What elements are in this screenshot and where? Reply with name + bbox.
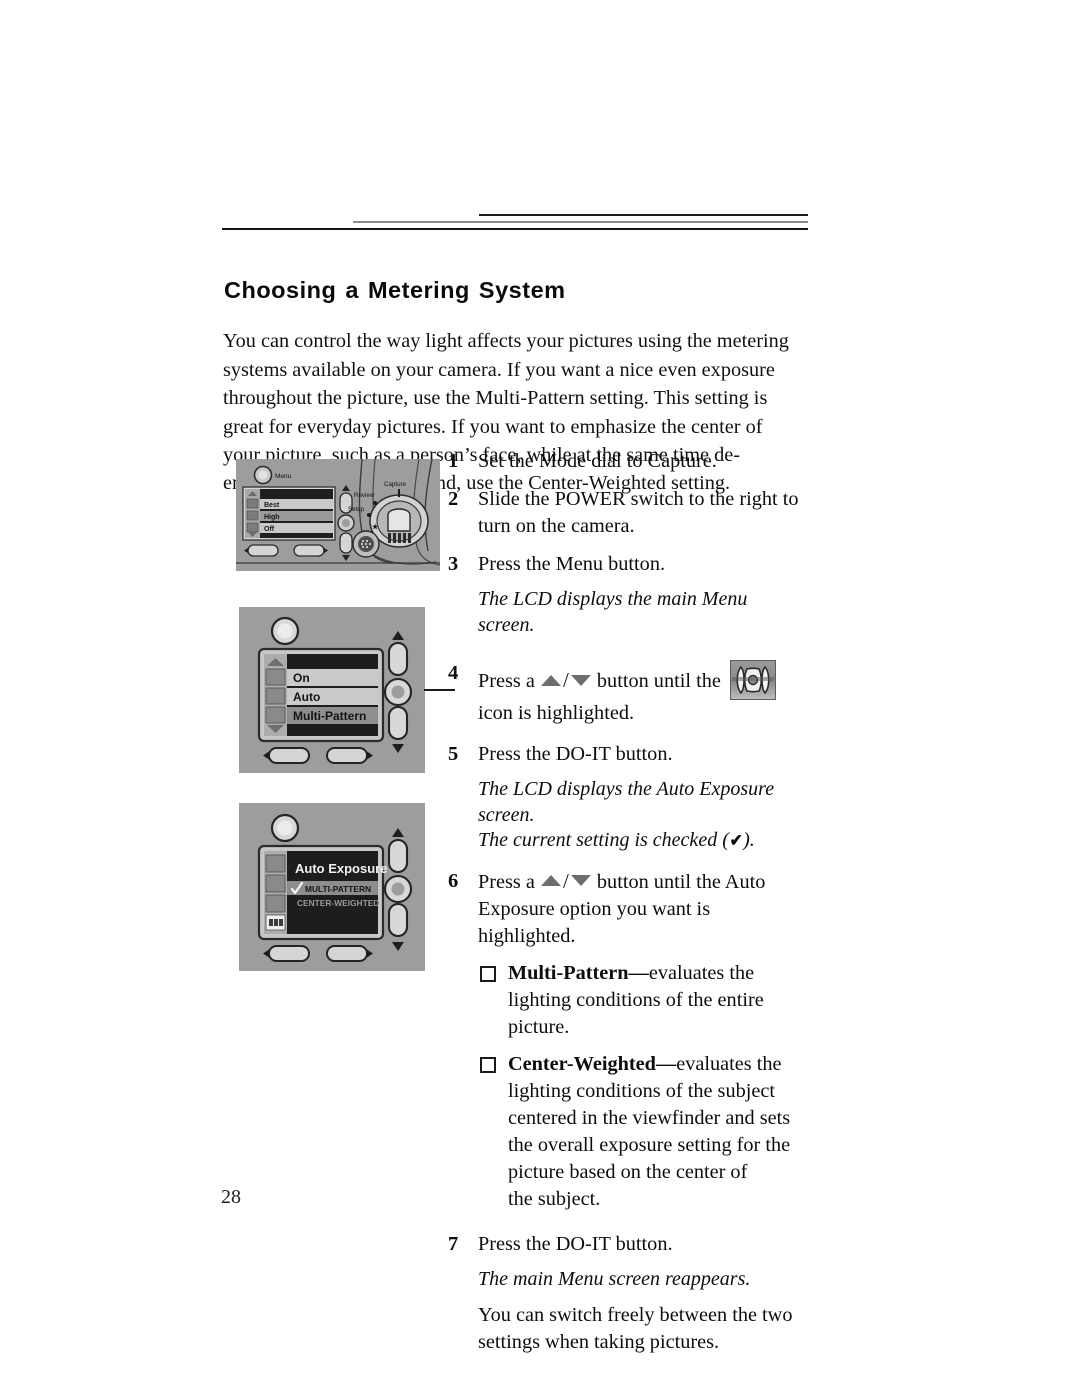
step-5-note-line2-before: The current setting is checked ( [478, 829, 729, 851]
step-4-text-before: Press a [478, 670, 535, 692]
step-6-number: 6 [448, 869, 459, 892]
step-2: 2 Slide the POWER switch to the right to… [448, 486, 804, 540]
step-2-number: 2 [448, 488, 459, 510]
step-4-text: Press a / button until the icon is highl… [478, 660, 804, 727]
step-7-number: 7 [448, 1232, 459, 1255]
step-3-number: 3 [448, 553, 459, 575]
step-4-text-after: icon is highlighted. [478, 702, 635, 724]
menu-row-on: On [293, 671, 310, 685]
header-rule-middle [353, 221, 808, 223]
figure-camera-back: Menu Best High Off Capture Review Setup … [236, 459, 440, 571]
step-6-text-before: Press a [478, 870, 535, 893]
instruction-steps-list: 1 Set the Mode dial to Capture. 2 Slide … [448, 448, 804, 1367]
svg-text:★: ★ [372, 523, 379, 531]
arrow-up-icon [540, 674, 561, 686]
arrow-down-icon [570, 674, 591, 686]
page-number: 28 [221, 1186, 241, 1208]
step-4-text-middle: button until the [596, 670, 721, 692]
header-rule-group [0, 0, 1080, 240]
bullet-center-weighted-dash: — [655, 1052, 677, 1075]
bullet-center-weighted-text-line2: the subject. [508, 1187, 601, 1210]
menu-row-auto: Auto [293, 690, 320, 704]
step-5: 5 Press the DO-IT button. The LCD displa… [448, 741, 804, 854]
step-5-note-line2-after: ). [743, 829, 755, 851]
step-5-note-line1: The LCD displays the Auto Exposure scree… [478, 778, 775, 826]
header-rule-top [479, 214, 808, 216]
step-7: 7 Press the DO-IT button. The main Menu … [448, 1231, 804, 1357]
ae-screen-title: Auto Exposure [295, 861, 387, 876]
step-4: 4 Press a / button until the icon is hig… [448, 660, 804, 727]
ae-option-center-weighted: CENTER-WEIGHTED [297, 898, 379, 908]
closing-paragraph: You can switch freely between the two se… [478, 1304, 793, 1353]
step-1-text: Set the Mode dial to Capture. [478, 450, 717, 472]
step-5-number: 5 [448, 743, 459, 765]
menu-button-label: Menu [275, 473, 292, 480]
metering-system-icon [729, 660, 776, 700]
step-7-note: The main Menu screen reappears. [478, 1267, 751, 1290]
bullet-square-icon [480, 965, 496, 982]
bullet-multi-pattern: Multi-Pattern—evaluates the lighting con… [478, 960, 804, 1041]
step-3-note: The LCD displays the main Menu screen. [478, 588, 748, 636]
header-rule-bottom [222, 228, 808, 230]
camera-lcd-row-3: Off [264, 526, 275, 533]
figure-auto-exposure-screen: Auto Exposure MULTI-PATTERN CENTER-WEIGH… [239, 803, 425, 971]
step-7-text: Press the DO-IT button. [478, 1232, 673, 1255]
bullet-center-weighted-term: Center-Weighted [508, 1052, 656, 1075]
bullet-square-icon [480, 1056, 496, 1073]
auto-exposure-illustration: Auto Exposure MULTI-PATTERN CENTER-WEIGH… [239, 803, 425, 971]
step-4-number: 4 [448, 662, 459, 684]
step-3-text: Press the Menu button. [478, 553, 666, 575]
step-6-text: Press a / button until the Auto Exposure… [478, 868, 766, 947]
ae-option-multi-pattern: MULTI-PATTERN [305, 884, 371, 894]
step-3: 3 Press the Menu button. The LCD display… [448, 551, 804, 638]
bullet-multi-pattern-term: Multi-Pattern [508, 961, 629, 984]
figure-menu-screen: On Auto Multi-Pattern [239, 607, 425, 773]
dial-label-capture: Capture [384, 481, 407, 488]
menu-row-multi-pattern: Multi-Pattern [293, 709, 366, 723]
camera-back-illustration: Menu Best High Off Capture Review Setup … [236, 459, 440, 571]
step-5-text: Press the DO-IT button. [478, 743, 673, 765]
step-1-number: 1 [448, 450, 459, 472]
arrow-up-icon [540, 875, 561, 887]
menu-screen-illustration: On Auto Multi-Pattern [239, 607, 425, 773]
arrow-down-icon [570, 875, 591, 887]
bullet-center-weighted: Center-Weighted—evaluates the lighting c… [478, 1051, 804, 1213]
dial-label-setup: Setup [348, 506, 365, 513]
step-6: 6 Press a / button until the Auto Exposu… [448, 868, 804, 1213]
step-5-note: The LCD displays the Auto Exposure scree… [478, 777, 804, 854]
page-title: Choosing a Metering System [224, 276, 566, 303]
check-icon: ✔ [729, 831, 743, 850]
camera-lcd-row-2: High [264, 514, 280, 521]
step-2-text: Slide the POWER switch to the right to t… [478, 488, 799, 537]
bullet-multi-pattern-dash: — [628, 961, 649, 984]
step-1: 1 Set the Mode dial to Capture. [448, 448, 804, 475]
camera-lcd-row-1: Best [264, 502, 280, 509]
dial-label-review: Review [354, 492, 375, 499]
